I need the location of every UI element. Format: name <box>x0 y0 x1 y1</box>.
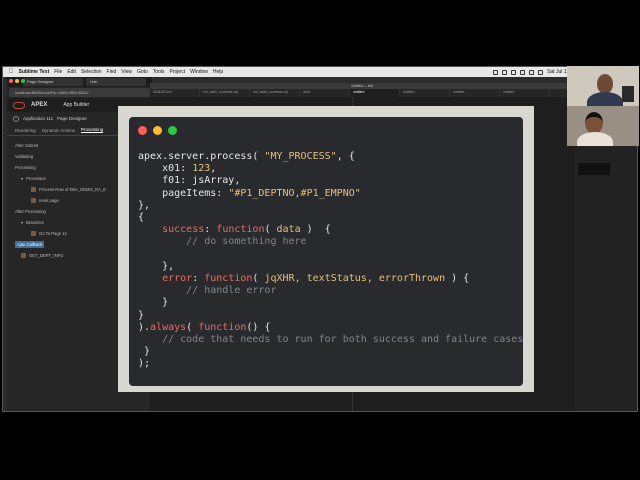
status-icon[interactable] <box>520 69 526 75</box>
right-panel-block <box>578 163 610 175</box>
tree-node-label: Validating <box>15 154 34 159</box>
tab-processing[interactable]: Processing <box>81 127 104 133</box>
browser-tab[interactable]: Page Designer <box>23 78 83 86</box>
address-bar[interactable]: localhost:8080/ords/f?p=4000:4500:6240: <box>9 88 150 97</box>
editor-tab[interactable]: ext_table_contents.sql <box>200 89 250 97</box>
microphone-icon <box>622 86 634 102</box>
mac-menubar:  Sublime Text File Edit Selection Find … <box>3 67 637 77</box>
menu-window[interactable]: Window <box>190 69 208 75</box>
code-line: // do something here <box>138 236 307 248</box>
menu-find[interactable]: Find <box>107 69 117 75</box>
tree-node-label: After Submit <box>15 143 39 148</box>
minimize-icon[interactable] <box>15 79 19 83</box>
tree-node-label: Go To Page 12 <box>39 231 67 236</box>
code-line: }, <box>138 199 151 211</box>
code-line: f01: jsArray, <box>138 175 241 187</box>
close-icon[interactable] <box>9 79 13 83</box>
status-icon[interactable] <box>511 69 517 75</box>
back-icon[interactable] <box>13 115 19 122</box>
process-icon <box>31 198 36 203</box>
application-ref[interactable]: Application 111 <box>23 116 53 121</box>
editor-tab[interactable]: untitled <box>500 89 550 97</box>
status-icon[interactable] <box>493 69 499 75</box>
code-line: // code that needs to run for both succe… <box>138 334 524 346</box>
code-line: pageItems: "#P1_DEPTNO,#P1_EMPNO" <box>138 187 361 199</box>
tree-node-label: Processing <box>15 165 36 170</box>
status-icon[interactable] <box>502 69 508 75</box>
code-block: apex.server.process( "MY_PROCESS", { x01… <box>138 151 523 371</box>
close-icon <box>138 126 147 135</box>
chevron-down-icon[interactable]: ▾ <box>21 220 23 225</box>
wifi-icon[interactable] <box>529 69 535 75</box>
page-designer-title: Page Designer <box>57 116 87 121</box>
person-body <box>577 132 613 146</box>
tree-node-label: GET_DEPT_INFO <box>29 253 64 258</box>
menu-edit[interactable]: Edit <box>67 69 76 75</box>
menu-project[interactable]: Project <box>170 69 186 75</box>
tree-node-label: Ajax Callback <box>15 241 45 248</box>
menubar-app-name[interactable]: Sublime Text <box>19 69 50 75</box>
editor-tab[interactable]: untitled <box>350 89 400 97</box>
webcam-thumbnail <box>567 66 639 106</box>
browser-tab-bar: Page Designer Hub <box>7 77 152 87</box>
menu-view[interactable]: View <box>121 69 132 75</box>
code-line: success: function( data ) { <box>162 224 331 236</box>
tree-node-label: Process Row of EBA_DEMO_DA_E <box>39 187 107 192</box>
tab-rendering[interactable]: Rendering <box>15 128 36 133</box>
tree-node-label: Branches <box>26 220 44 225</box>
menubar-clock[interactable]: Sat Jul 11 <box>547 69 569 75</box>
process-icon <box>21 253 26 258</box>
oracle-logo-icon[interactable] <box>13 101 25 109</box>
chevron-down-icon[interactable]: ▾ <box>21 176 23 181</box>
editor-tab[interactable]: 8D6D83.ext <box>150 89 200 97</box>
editor-tab[interactable]: ext_table_contents.sql <box>250 89 300 97</box>
video-frame:  Sublime Text File Edit Selection Find … <box>0 0 640 480</box>
sublime-tab-bar: 8D6D83.ext ext_table_contents.sql ext_ta… <box>150 89 574 97</box>
editor-tab[interactable]: all.ts <box>300 89 350 97</box>
code-line: } <box>138 346 151 358</box>
tab-dynamic-actions[interactable]: Dynamic Actions <box>42 128 75 133</box>
editor-tab[interactable]: untitled <box>400 89 450 97</box>
menu-goto[interactable]: Goto <box>137 69 148 75</box>
code-line: { <box>138 212 145 224</box>
battery-icon[interactable] <box>538 69 544 75</box>
tree-node-label: reset page <box>39 198 59 203</box>
code-line: apex.server.process( "MY_PROCESS", { <box>138 151 355 162</box>
code-line: error: function( jqXHR, textStatus, erro… <box>162 273 470 285</box>
app-builder-menu[interactable]: App Builder <box>63 102 89 108</box>
person-head <box>597 74 613 94</box>
code-line: ).always( function() { <box>138 321 271 333</box>
code-line: x01: 123, <box>138 163 217 175</box>
branch-icon <box>31 231 36 236</box>
menu-tools[interactable]: Tools <box>153 69 165 75</box>
process-icon <box>31 187 36 192</box>
editor-tab[interactable]: untitled <box>450 89 500 97</box>
code-card: apex.server.process( "MY_PROCESS", { x01… <box>129 117 523 386</box>
person-head <box>585 112 603 134</box>
code-line: } <box>138 297 169 309</box>
apex-label: APEX <box>31 102 48 108</box>
person-body <box>587 92 623 106</box>
menu-selection[interactable]: Selection <box>81 69 102 75</box>
code-line: }, <box>138 260 175 272</box>
code-line: ); <box>138 358 151 370</box>
browser-window-controls <box>9 79 25 83</box>
zoom-icon <box>168 126 177 135</box>
menu-help[interactable]: Help <box>213 69 223 75</box>
browser-tab[interactable]: Hub <box>86 78 146 86</box>
code-line: // handle error <box>138 285 277 297</box>
menu-file[interactable]: File <box>54 69 62 75</box>
apple-icon[interactable]:  <box>9 69 14 75</box>
code-line: } <box>138 309 145 321</box>
webcam-thumbnail <box>567 106 639 146</box>
tree-node-label: After Processing <box>15 209 46 214</box>
window-controls <box>138 126 177 135</box>
minimize-icon <box>153 126 162 135</box>
zoom-icon[interactable] <box>21 79 25 83</box>
tree-node-label: Processes <box>26 176 46 181</box>
